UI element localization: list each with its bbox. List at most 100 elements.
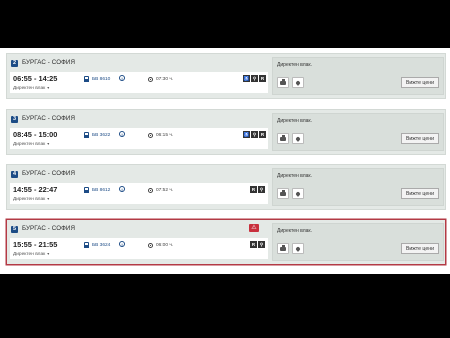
times-row: 08:45 - 15:00 Директен влак ▾ БВ 3622 i 0… xyxy=(10,128,268,149)
train-type-toggle[interactable]: Директен влак ▾ xyxy=(13,196,49,202)
clock-icon xyxy=(148,243,153,248)
duration-label: 07:30 ч. xyxy=(156,77,174,82)
result-summary: 4 БУРГАС - СОФИЯ 14:55 - 22:47 Директен … xyxy=(7,165,269,209)
chevron-down-icon: ▾ xyxy=(47,196,50,201)
map-button[interactable] xyxy=(292,188,304,199)
map-button[interactable] xyxy=(292,77,304,88)
route-title: БУРГАС - СОФИЯ xyxy=(22,115,76,122)
result-actions-panel: Директен влак. Вижте цени xyxy=(272,223,444,261)
info-icon[interactable]: i xyxy=(119,131,125,137)
map-pin-icon xyxy=(295,79,301,86)
result-summary: 2 БУРГАС - СОФИЯ 06:55 - 14:25 Директен … xyxy=(7,54,269,98)
bicycle-icon: ⚲ xyxy=(251,75,258,82)
train-type-label: Директен влак xyxy=(13,197,46,202)
result-summary: 3 БУРГАС - СОФИЯ 08:45 - 15:00 Директен … xyxy=(7,110,269,154)
departure-arrival-times: 06:55 - 14:25 xyxy=(13,74,58,83)
times-row: 15:55 - 21:55 Директен влак ▾ БВ 3624 i 0… xyxy=(10,238,268,259)
train-number: БВ 8610 xyxy=(84,76,110,82)
map-button[interactable] xyxy=(292,243,304,254)
result-summary: 5 БУРГАС - СОФИЯ ⚠ 15:55 - 21:55 Директе… xyxy=(7,220,269,264)
accessible-icon: ♿ xyxy=(243,131,250,138)
departure-arrival-times: 14:55 - 22:47 xyxy=(13,185,58,194)
route-title: БУРГАС - СОФИЯ xyxy=(22,170,76,177)
printer-icon xyxy=(280,135,286,141)
chevron-down-icon: ▾ xyxy=(47,85,50,90)
duration: 06:15 ч. xyxy=(148,133,173,138)
train-number: БВ 8612 xyxy=(84,187,110,193)
train-type-toggle[interactable]: Директен влак ▾ xyxy=(13,251,49,257)
print-button[interactable] xyxy=(277,188,289,199)
train-result-card[interactable]: 3 БУРГАС - СОФИЯ 08:45 - 15:00 Директен … xyxy=(6,109,446,155)
facilities: ♿ ⚲ R xyxy=(243,131,266,138)
train-type-label: Директен влак xyxy=(13,142,46,147)
train-number: БВ 3622 xyxy=(84,132,110,138)
train-icon xyxy=(84,76,89,82)
chevron-down-icon: ▾ xyxy=(47,251,50,256)
map-pin-icon xyxy=(295,190,301,197)
see-prices-button[interactable]: Вижте цени xyxy=(400,133,439,144)
train-icon xyxy=(84,132,89,138)
facilities: R ⚲ xyxy=(250,241,265,248)
train-result-card[interactable]: 4 БУРГАС - СОФИЯ 14:55 - 22:47 Директен … xyxy=(6,164,446,210)
train-type-label: Директен влак xyxy=(13,252,46,257)
clock-icon xyxy=(148,77,153,82)
train-result-card[interactable]: 2 БУРГАС - СОФИЯ 06:55 - 14:25 Директен … xyxy=(6,53,446,99)
duration: 07:52 ч. xyxy=(148,188,173,193)
bicycle-icon: ⚲ xyxy=(258,241,265,248)
chevron-down-icon: ▾ xyxy=(47,141,50,146)
duration-label: 06:15 ч. xyxy=(156,133,174,138)
see-prices-button[interactable]: Вижте цени xyxy=(400,77,439,88)
printer-icon xyxy=(280,79,286,85)
train-note: Директен влак. xyxy=(277,173,312,179)
print-button[interactable] xyxy=(277,77,289,88)
result-number-badge: 4 xyxy=(11,171,18,178)
times-row: 14:55 - 22:47 Директен влак ▾ БВ 8612 i 0… xyxy=(10,183,268,204)
duration: 06:00 ч. xyxy=(148,243,173,248)
train-number-label: БВ 8612 xyxy=(92,187,111,193)
route-title: БУРГАС - СОФИЯ xyxy=(22,59,76,66)
result-number-badge: 2 xyxy=(11,60,18,67)
departure-arrival-times: 08:45 - 15:00 xyxy=(13,130,58,139)
seat-reservation-icon: R xyxy=(250,241,257,248)
see-prices-button[interactable]: Вижте цени xyxy=(400,188,439,199)
clock-icon xyxy=(148,188,153,193)
info-icon[interactable]: i xyxy=(119,241,125,247)
accessible-icon: ♿ xyxy=(243,75,250,82)
printer-icon xyxy=(280,245,286,251)
map-pin-icon xyxy=(295,245,301,252)
map-pin-icon xyxy=(295,135,301,142)
train-note: Директен влак. xyxy=(277,118,312,124)
times-row: 06:55 - 14:25 Директен влак ▾ БВ 8610 i 0… xyxy=(10,72,268,93)
train-icon xyxy=(84,242,89,248)
train-icon xyxy=(84,187,89,193)
train-type-label: Директен влак xyxy=(13,86,46,91)
see-prices-button[interactable]: Вижте цени xyxy=(400,243,439,254)
seat-reservation-icon: R xyxy=(259,75,266,82)
departure-arrival-times: 15:55 - 21:55 xyxy=(13,240,58,249)
train-type-toggle[interactable]: Директен влак ▾ xyxy=(13,85,49,91)
route-title: БУРГАС - СОФИЯ xyxy=(22,225,76,232)
train-result-card[interactable]: 5 БУРГАС - СОФИЯ ⚠ 15:55 - 21:55 Директе… xyxy=(6,219,446,265)
train-note: Директен влак. xyxy=(277,62,312,68)
train-number-label: БВ 3624 xyxy=(92,242,111,248)
bicycle-icon: ⚲ xyxy=(258,186,265,193)
result-actions-panel: Директен влак. Вижте цени xyxy=(272,113,444,151)
seat-reservation-icon: R xyxy=(250,186,257,193)
result-actions-panel: Директен влак. Вижте цени xyxy=(272,168,444,206)
duration-label: 06:00 ч. xyxy=(156,243,174,248)
info-icon[interactable]: i xyxy=(119,75,125,81)
duration-label: 07:52 ч. xyxy=(156,188,174,193)
result-number-badge: 3 xyxy=(11,116,18,123)
alert-icon[interactable]: ⚠ xyxy=(249,224,259,232)
train-number: БВ 3624 xyxy=(84,242,110,248)
print-button[interactable] xyxy=(277,133,289,144)
train-type-toggle[interactable]: Директен влак ▾ xyxy=(13,141,49,147)
info-icon[interactable]: i xyxy=(119,186,125,192)
map-button[interactable] xyxy=(292,133,304,144)
facilities: R ⚲ xyxy=(250,186,265,193)
results-list: 2 БУРГАС - СОФИЯ 06:55 - 14:25 Директен … xyxy=(0,48,450,274)
clock-icon xyxy=(148,133,153,138)
train-number-label: БВ 8610 xyxy=(92,76,111,82)
print-button[interactable] xyxy=(277,243,289,254)
seat-reservation-icon: R xyxy=(259,131,266,138)
